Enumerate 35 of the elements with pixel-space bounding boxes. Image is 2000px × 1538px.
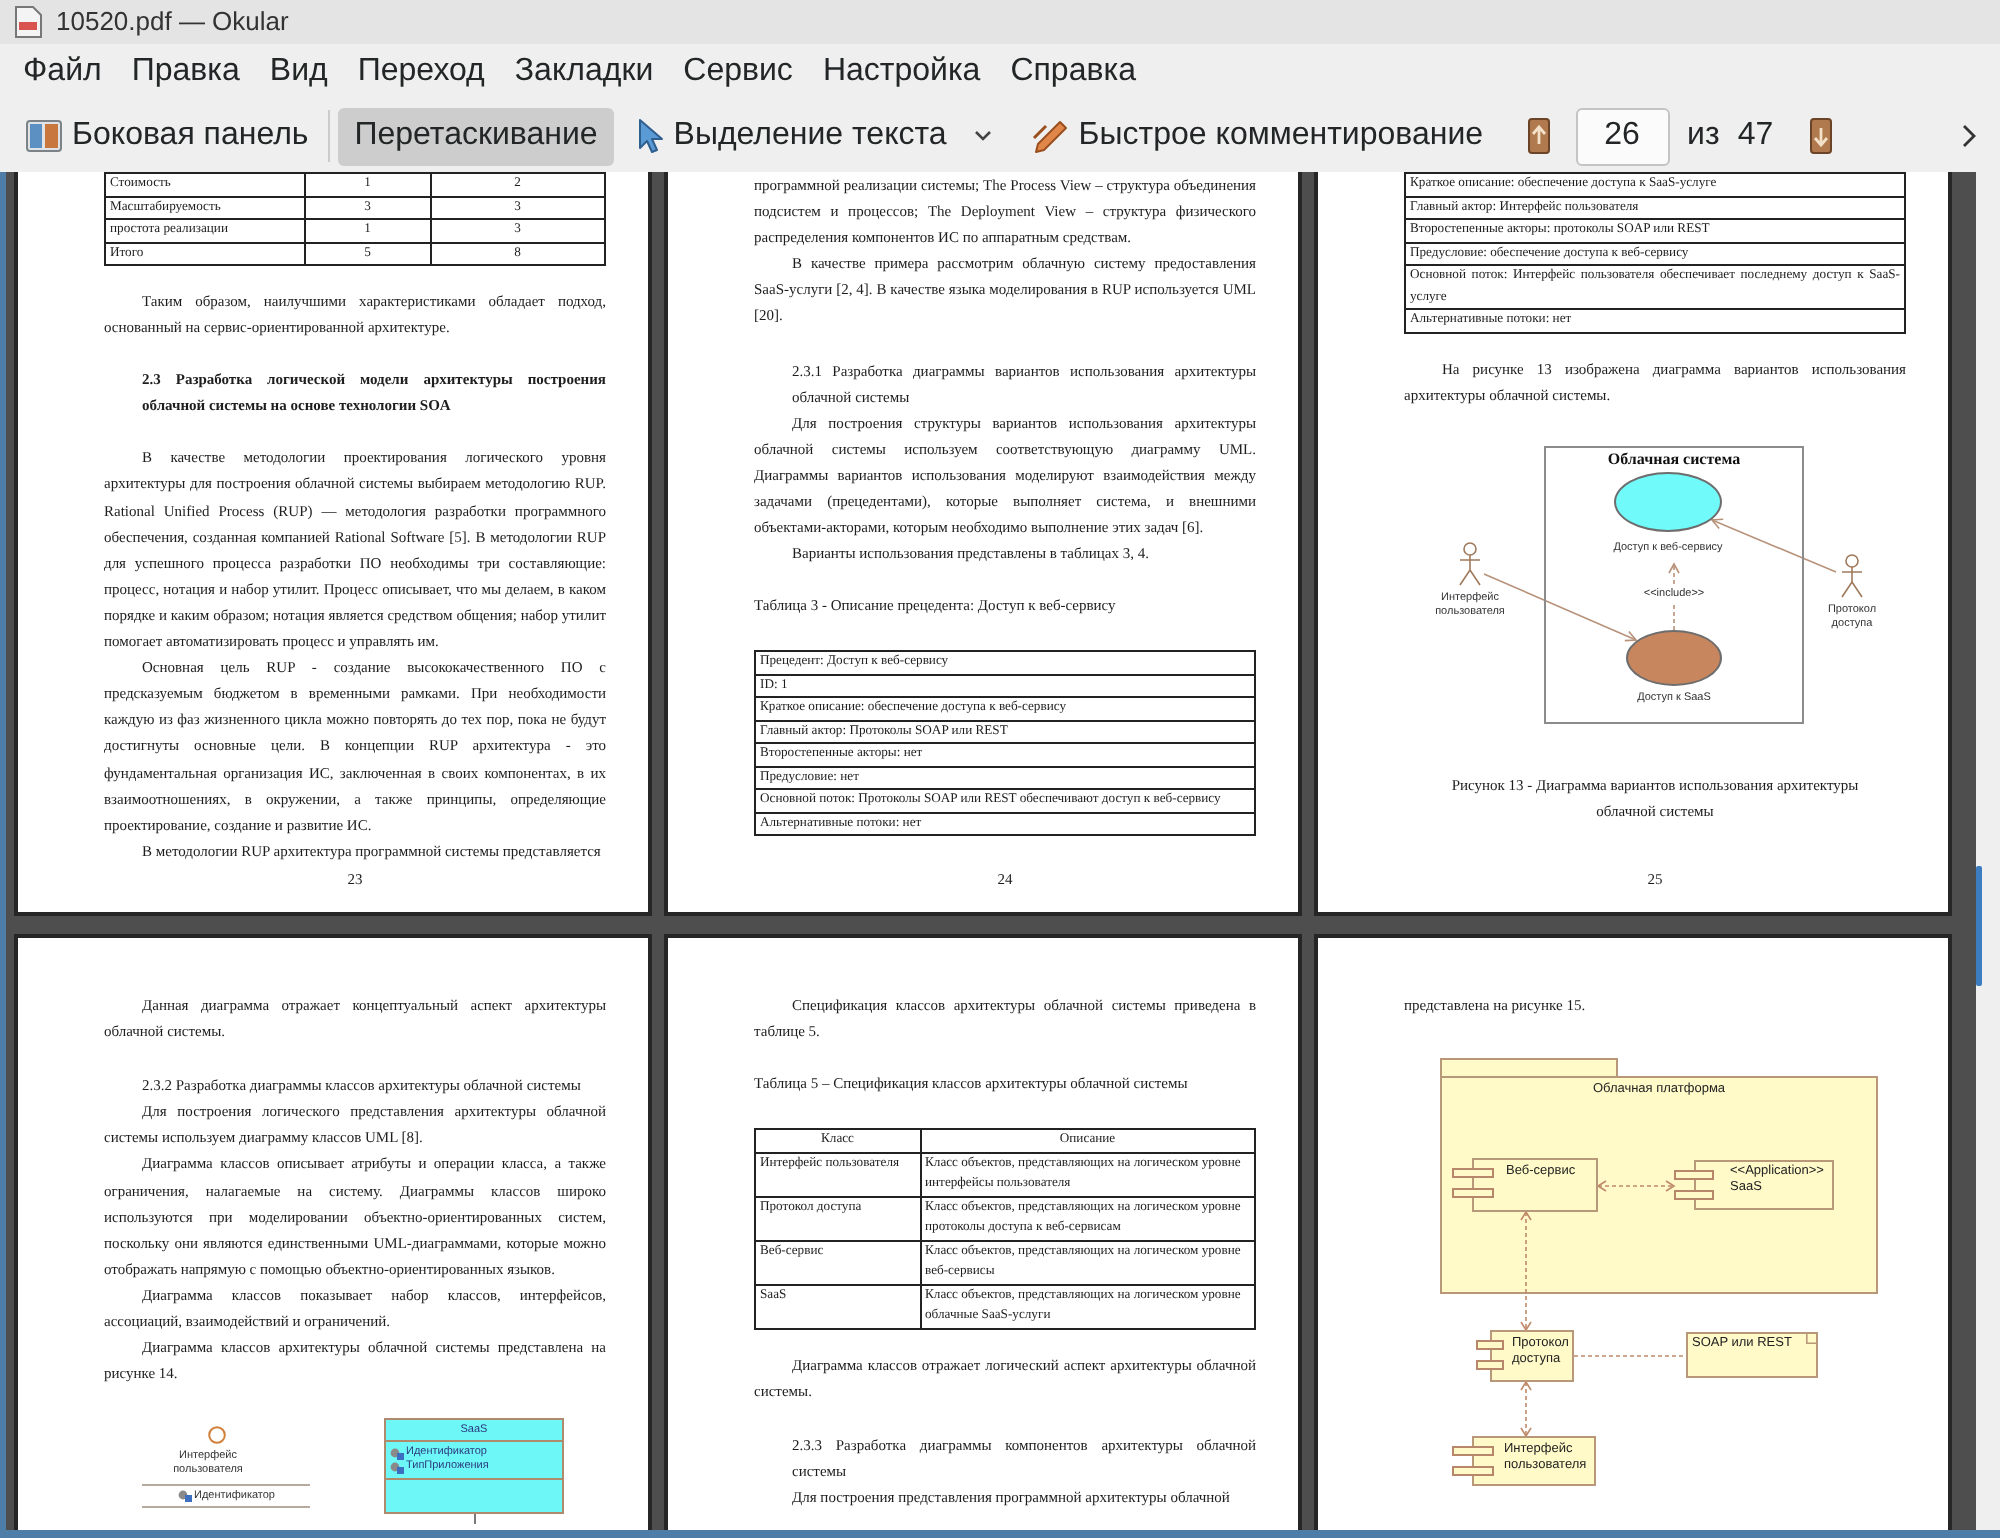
menu-item[interactable]: Файл [8,50,117,94]
tool-button[interactable]: Выделение текста [621,107,1009,165]
chevron-down-icon [974,130,993,142]
document-icon [14,6,42,38]
dependency-arrow [1520,1380,1532,1438]
menu-item[interactable]: Вид [254,50,343,94]
scrollbar-thumb[interactable] [1976,866,1982,986]
page-count: 47 [1737,116,1774,156]
chevron-right-icon[interactable] [1962,124,1976,148]
menu-item[interactable]: Настройка [807,50,996,94]
system-title: Облачная система [1607,449,1741,470]
scrollbar-track[interactable] [1976,172,2000,1530]
menu-item[interactable]: Сервис [668,50,808,94]
tool-button[interactable]: Перетаскивание [338,107,614,165]
page-of-label: из [1687,116,1720,156]
sidebar-panel-icon [26,118,62,154]
sidebar-button[interactable]: Боковая панель [14,106,321,166]
attribute-icon [178,1490,192,1503]
page-number-field[interactable]: 26 [1575,107,1670,165]
menu-item[interactable]: Справка [995,50,1151,94]
menu-item[interactable]: Закладки [499,50,669,94]
cursor-arrow-icon [637,118,664,154]
ring-icon [208,1426,226,1445]
dashed-connector [1573,1355,1687,1357]
dependency-arrow [1520,1210,1532,1332]
menu-item[interactable]: Переход [342,50,500,94]
stick-figure-icon [1458,541,1482,586]
pen-icon [1032,118,1069,154]
dependency-arrow [1596,1180,1676,1192]
menu-item[interactable]: Правка [116,50,255,94]
stick-figure-icon [1840,553,1864,598]
tool-button[interactable]: Быстрое комментирование [1016,107,1500,165]
arrow-up-icon[interactable] [1527,118,1550,154]
arrow-down-icon[interactable] [1809,118,1832,154]
window-title: 10520.pdf — Okular [56,4,289,41]
